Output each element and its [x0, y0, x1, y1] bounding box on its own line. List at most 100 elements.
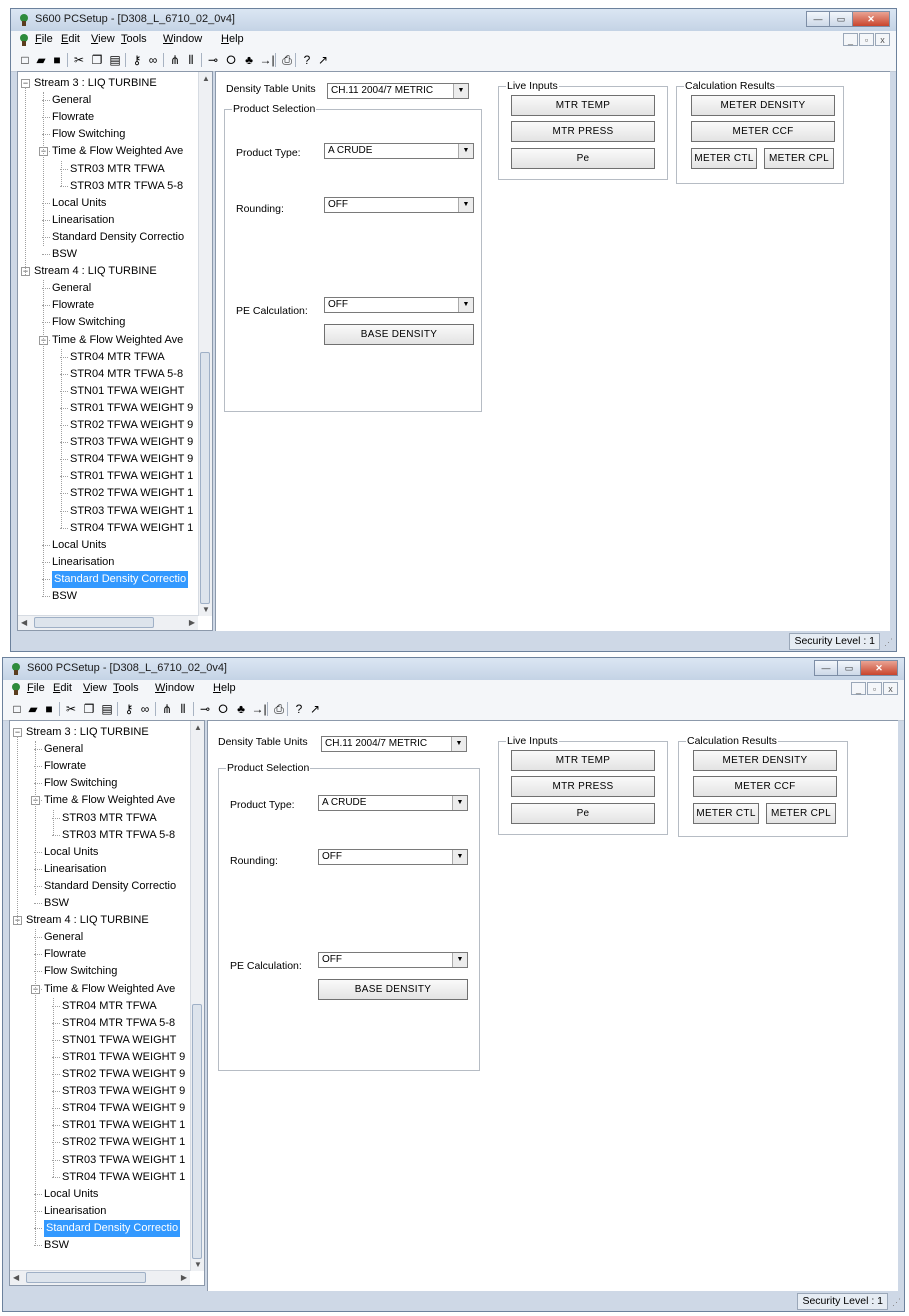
new-file-icon[interactable]: □ — [17, 52, 33, 68]
tree-item[interactable]: Standard Density Correctio — [52, 229, 184, 246]
product-type-select[interactable]: A CRUDE ▼ — [318, 795, 468, 811]
tree-item[interactable]: Flow Switching — [44, 963, 117, 980]
tree-item[interactable]: Local Units — [44, 1186, 98, 1203]
menu-tools[interactable]: Tools — [121, 33, 147, 45]
menu-file[interactable]: File — [27, 682, 45, 694]
tree-item[interactable]: General — [44, 929, 83, 946]
scroll-thumb[interactable] — [192, 1004, 202, 1259]
resize-grip-icon[interactable]: ⋰ — [892, 1297, 901, 1308]
chevron-down-icon[interactable]: ▼ — [452, 953, 467, 967]
tree-item[interactable]: STR04 TFWA WEIGHT 9 — [62, 1100, 185, 1117]
title-bar[interactable]: S600 PCSetup - [D308_L_6710_02_0v4] — ▭ … — [11, 9, 896, 31]
network-icon[interactable]: ⋔ — [167, 52, 183, 68]
scroll-thumb[interactable] — [26, 1272, 146, 1283]
mdi-close-button[interactable]: x — [883, 682, 898, 695]
tree-item[interactable]: Time & Flow Weighted Ave — [52, 143, 183, 160]
scroll-down-icon[interactable]: ▼ — [194, 1260, 202, 1269]
tree-vertical-scrollbar[interactable]: ▲ ▼ — [190, 721, 204, 1271]
density-table-units-select[interactable]: CH.11 2004/7 METRIC ▼ — [321, 736, 467, 752]
tree-item[interactable]: STR04 MTR TFWA — [62, 998, 157, 1015]
menu-view[interactable]: View — [91, 33, 115, 45]
menu-file[interactable]: File — [35, 33, 53, 45]
tree-item[interactable]: STR03 MTR TFWA — [62, 810, 157, 827]
base-density-button[interactable]: BASE DENSITY — [318, 979, 468, 1000]
copy-icon[interactable]: ❐ — [81, 701, 97, 717]
paste-icon[interactable]: ▤ — [107, 52, 123, 68]
tree-item[interactable]: Local Units — [52, 195, 106, 212]
chevron-down-icon[interactable]: ▼ — [452, 850, 467, 864]
tree-item[interactable]: Flowrate — [44, 758, 86, 775]
chevron-down-icon[interactable]: ▼ — [453, 84, 468, 98]
tree-item[interactable]: STR02 TFWA WEIGHT 9 — [70, 417, 193, 434]
tree-icon[interactable]: ♣ — [241, 52, 257, 68]
mdi-close-button[interactable]: x — [875, 33, 890, 46]
tree-item[interactable]: Standard Density Correctio — [44, 1219, 181, 1237]
tree-item[interactable]: STR04 TFWA WEIGHT 1 — [70, 520, 193, 537]
menu-edit[interactable]: Edit — [53, 682, 72, 694]
tree-item[interactable]: STR03 TFWA WEIGHT 9 — [70, 434, 193, 451]
scroll-thumb[interactable] — [200, 352, 210, 604]
tree-item[interactable]: STR03 TFWA WEIGHT 1 — [62, 1152, 185, 1169]
tree-item[interactable]: STR03 MTR TFWA — [70, 161, 165, 178]
cut-icon[interactable]: ✂ — [71, 52, 87, 68]
tree-item[interactable]: STR04 MTR TFWA — [70, 349, 165, 366]
pe-button[interactable]: Pe — [511, 803, 655, 824]
tree-item[interactable]: Stream 3 : LIQ TURBINE — [34, 75, 157, 92]
scroll-down-icon[interactable]: ▼ — [202, 605, 210, 614]
tree-item[interactable]: Stream 4 : LIQ TURBINE — [26, 912, 149, 929]
chevron-down-icon[interactable]: ▼ — [451, 737, 466, 751]
open-folder-icon[interactable]: ▰ — [25, 701, 41, 717]
mdi-restore-button[interactable]: ▫ — [859, 33, 874, 46]
tree-item[interactable]: BSW — [52, 588, 77, 605]
pe-button[interactable]: Pe — [511, 148, 655, 169]
tree-icon[interactable]: ♣ — [233, 701, 249, 717]
save-icon[interactable]: ■ — [41, 701, 57, 717]
mtr-press-button[interactable]: MTR PRESS — [511, 776, 655, 797]
document-icon[interactable] — [17, 33, 31, 47]
minimize-button[interactable]: — — [814, 660, 838, 676]
tree-item[interactable]: Local Units — [52, 537, 106, 554]
tree-item[interactable]: General — [52, 92, 91, 109]
tree-item[interactable]: Time & Flow Weighted Ave — [44, 792, 175, 809]
print-icon[interactable]: ⎙ — [271, 701, 287, 717]
key-icon[interactable]: ⚷ — [129, 52, 145, 68]
meter-density-button[interactable]: METER DENSITY — [691, 95, 835, 116]
tree-item[interactable]: Stream 4 : LIQ TURBINE — [34, 263, 157, 280]
menu-edit[interactable]: Edit — [61, 33, 80, 45]
meter-ctl-button[interactable]: METER CTL — [691, 148, 757, 169]
tree-horizontal-scrollbar[interactable]: ◀ ▶ — [10, 1270, 190, 1285]
tree-vertical-scrollbar[interactable]: ▲ ▼ — [198, 72, 212, 616]
disconnect-icon[interactable]: ⊸ — [205, 52, 221, 68]
tree-item[interactable]: STN01 TFWA WEIGHT — [70, 383, 184, 400]
tree-item[interactable]: Stream 3 : LIQ TURBINE — [26, 724, 149, 741]
chevron-down-icon[interactable]: ▼ — [458, 144, 473, 158]
tree-item[interactable]: STR01 TFWA WEIGHT 1 — [62, 1117, 185, 1134]
tree-item[interactable]: Linearisation — [52, 554, 114, 571]
tree-item[interactable]: STN01 TFWA WEIGHT — [62, 1032, 176, 1049]
scroll-left-icon[interactable]: ◀ — [13, 1273, 19, 1282]
copy-icon[interactable]: ❐ — [89, 52, 105, 68]
tree-item[interactable]: STR04 TFWA WEIGHT 1 — [62, 1169, 185, 1186]
tree-horizontal-scrollbar[interactable]: ◀ ▶ — [18, 615, 198, 630]
tree-item[interactable]: Flow Switching — [44, 775, 117, 792]
mtr-temp-button[interactable]: MTR TEMP — [511, 750, 655, 771]
base-density-button[interactable]: BASE DENSITY — [324, 324, 474, 345]
help-icon[interactable]: ? — [291, 701, 307, 717]
connect-arrow-icon[interactable]: →| — [259, 52, 275, 68]
paste-icon[interactable]: ▤ — [99, 701, 115, 717]
stop-circle-icon[interactable]: ⭘ — [223, 52, 239, 68]
menu-window[interactable]: Window — [155, 682, 194, 694]
scroll-right-icon[interactable]: ▶ — [189, 618, 195, 627]
tree-item[interactable]: Linearisation — [52, 212, 114, 229]
tree-item[interactable]: General — [44, 741, 83, 758]
scroll-up-icon[interactable]: ▲ — [202, 74, 210, 83]
binoculars-icon[interactable]: ∞ — [145, 52, 161, 68]
tree-item[interactable]: Time & Flow Weighted Ave — [52, 332, 183, 349]
columns-icon[interactable]: ⦀ — [183, 52, 199, 68]
tree-item[interactable]: STR01 TFWA WEIGHT 1 — [70, 468, 193, 485]
tree-item[interactable]: STR04 MTR TFWA 5-8 — [70, 366, 183, 383]
tree-item[interactable]: Local Units — [44, 844, 98, 861]
minimize-button[interactable]: — — [806, 11, 830, 27]
tree-item[interactable]: Standard Density Correctio — [52, 570, 189, 588]
title-bar[interactable]: S600 PCSetup - [D308_L_6710_02_0v4] — ▭ … — [3, 658, 904, 680]
